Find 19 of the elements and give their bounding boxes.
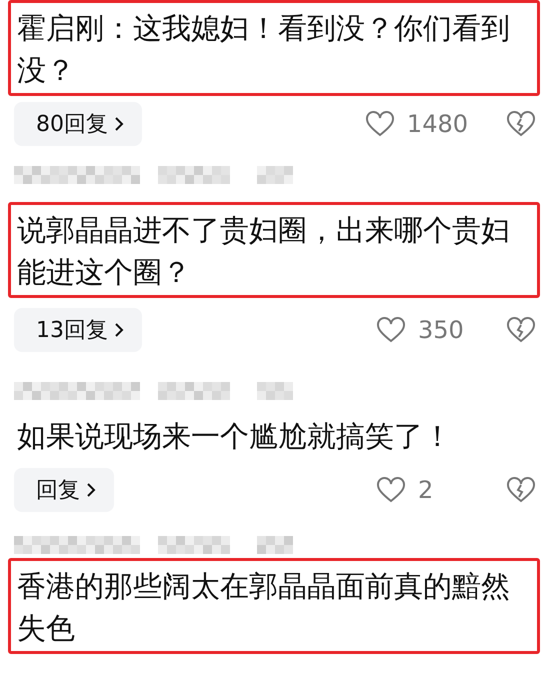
comment-text: 说郭晶晶进不了贵妇圈，出来哪个贵妇能进这个圈？ xyxy=(8,202,540,298)
replies-button[interactable]: 80回复 xyxy=(14,102,142,146)
broken-heart-icon[interactable] xyxy=(506,477,536,503)
broken-heart-icon[interactable] xyxy=(506,111,536,137)
broken-heart-icon[interactable] xyxy=(506,317,536,343)
like-icon[interactable] xyxy=(376,317,406,343)
comment-text: 霍启刚：这我媳妇！看到没？你们看到没？ xyxy=(8,0,540,96)
comment-text: 香港的那些阔太在郭晶晶面前真的黯然失色 xyxy=(8,558,540,654)
like-count: 2 xyxy=(418,476,434,504)
chevron-icon xyxy=(114,116,124,132)
replies-button[interactable]: 13回复 xyxy=(14,308,142,352)
chevron-icon xyxy=(86,482,96,498)
like-count: 1480 xyxy=(406,110,468,138)
chevron-icon xyxy=(114,322,124,338)
comment-text: 如果说现场来一个尴尬就搞笑了！ xyxy=(16,418,453,455)
like-icon[interactable] xyxy=(364,111,395,137)
like-count: 350 xyxy=(418,316,465,344)
replies-button[interactable]: 回复 xyxy=(14,468,114,512)
like-icon[interactable] xyxy=(376,477,406,503)
